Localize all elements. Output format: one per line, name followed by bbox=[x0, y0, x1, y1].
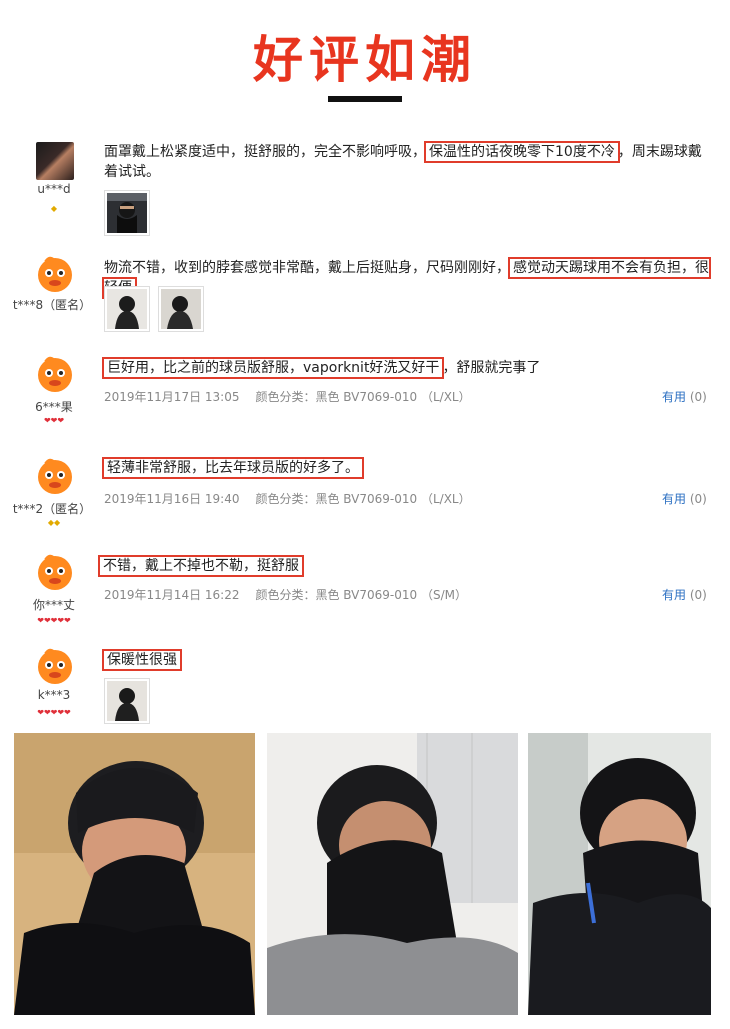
level-badge-icon: ❤❤❤ bbox=[43, 416, 65, 425]
review-photo-thumb[interactable] bbox=[158, 286, 204, 332]
highlight-box: 不错，戴上不掉也不勒，挺舒服 bbox=[98, 555, 304, 577]
level-badge-icon: ❤❤❤❤❤ bbox=[37, 708, 71, 717]
review-meta: 2019年11月17日 13:05 颜色分类：黑色 BV7069-010 （L/X… bbox=[104, 388, 487, 405]
username[interactable]: 6***果 bbox=[0, 398, 108, 415]
review-photo-thumb[interactable] bbox=[104, 678, 150, 724]
review-date: 2019年11月14日 16:22 bbox=[104, 588, 240, 602]
review-sku: 颜色分类：黑色 BV7069-010 （L/XL） bbox=[255, 390, 471, 404]
avatar[interactable] bbox=[36, 256, 74, 294]
review-text: 保暖性很强 bbox=[102, 649, 714, 671]
useful-button[interactable]: 有用 (0) bbox=[662, 388, 707, 405]
username[interactable]: 你***丈 bbox=[0, 596, 108, 613]
review-photo[interactable] bbox=[528, 733, 711, 1015]
review-date: 2019年11月17日 13:05 bbox=[104, 390, 240, 404]
highlight-box: 保温性的话夜晚零下10度不冷 bbox=[424, 141, 620, 163]
page-title: 好评如潮 bbox=[253, 31, 477, 89]
useful-button[interactable]: 有用 (0) bbox=[662, 490, 707, 507]
review-text: 面罩戴上松紧度适中，挺舒服的，完全不影响呼吸， 保温性的话夜晚零下10度不冷 ，周末… bbox=[104, 141, 702, 180]
review-text: 轻薄非常舒服，比去年球员版的好多了。 bbox=[102, 457, 714, 479]
review-photo[interactable] bbox=[14, 733, 255, 1015]
review-photo-thumb[interactable] bbox=[104, 190, 150, 236]
useful-button[interactable]: 有用 (0) bbox=[662, 586, 707, 603]
level-badge-icon: ◆◆ bbox=[47, 518, 61, 527]
level-badge-icon: ❤❤❤❤❤ bbox=[37, 616, 71, 625]
review-sku: 颜色分类：黑色 BV7069-010 （L/XL） bbox=[255, 492, 471, 506]
highlight-box: 保暖性很强 bbox=[102, 649, 182, 671]
title-underline bbox=[328, 96, 402, 102]
highlight-box: 巨好用，比之前的球员版舒服，vaporknit好洗又好干 bbox=[101, 357, 445, 379]
avatar[interactable] bbox=[36, 142, 74, 180]
highlight-box: 轻薄非常舒服，比去年球员版的好多了。 bbox=[102, 457, 364, 479]
username[interactable]: k***3 bbox=[0, 688, 108, 702]
username[interactable]: t***8（匿名） bbox=[0, 296, 106, 313]
review-meta: 2019年11月16日 19:40 颜色分类：黑色 BV7069-010 （L/X… bbox=[104, 490, 487, 507]
review-sku: 颜色分类：黑色 BV7069-010 （S/M） bbox=[255, 588, 467, 602]
review-text: 巨好用，比之前的球员版舒服，vaporknit好洗又好干 ，舒服就完事了 bbox=[101, 357, 714, 379]
review-photo-thumb[interactable] bbox=[104, 286, 150, 332]
review-photo[interactable] bbox=[267, 733, 518, 1015]
username[interactable]: u***d bbox=[0, 182, 108, 196]
avatar[interactable] bbox=[36, 648, 74, 686]
avatar[interactable] bbox=[36, 458, 74, 496]
review-meta: 2019年11月14日 16:22 颜色分类：黑色 BV7069-010 （S/M… bbox=[104, 586, 483, 603]
review-text: 不错，戴上不掉也不勒，挺舒服 bbox=[98, 555, 710, 577]
username[interactable]: t***2（匿名） bbox=[0, 500, 106, 517]
level-badge-icon: ◆ bbox=[50, 204, 58, 213]
review-date: 2019年11月16日 19:40 bbox=[104, 492, 240, 506]
avatar[interactable] bbox=[36, 356, 74, 394]
avatar[interactable] bbox=[36, 554, 74, 592]
